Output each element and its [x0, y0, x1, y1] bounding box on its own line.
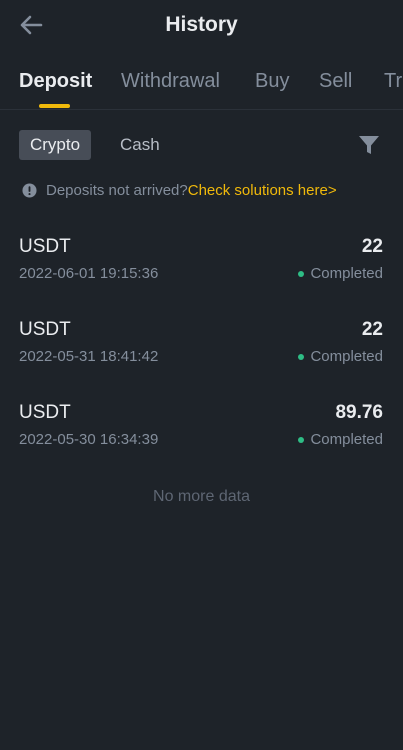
status-badge: Completed [298, 265, 383, 282]
status-badge: Completed [298, 348, 383, 365]
tab-buy[interactable]: Buy [255, 70, 289, 93]
status-dot-icon [298, 270, 305, 277]
notice-text: Deposits not arrived? [46, 181, 188, 199]
status-dot-icon [298, 436, 305, 443]
tab-transfer[interactable]: Tra [384, 70, 403, 93]
deposit-notice: Deposits not arrived? Check solutions her… [22, 180, 393, 200]
coin-name: USDT [19, 319, 71, 340]
status-badge: Completed [298, 431, 383, 448]
status-text: Completed [310, 265, 383, 282]
list-item[interactable]: USDT 89.76 2022-05-30 16:34:39 Completed [0, 402, 403, 462]
tab-bar: Deposit Withdrawal Buy Sell Tra [0, 62, 403, 110]
status-dot-icon [298, 353, 305, 360]
no-more-data-label: No more data [153, 488, 250, 505]
deposit-amount: 22 [361, 319, 383, 340]
page-title: History [165, 13, 238, 36]
subtab-bar: Crypto Cash [0, 130, 403, 160]
subtab-crypto[interactable]: Crypto [19, 130, 91, 160]
check-solutions-link[interactable]: Check solutions here> [188, 182, 337, 199]
deposit-amount: 89.76 [335, 402, 383, 423]
list-item[interactable]: USDT 22 2022-06-01 19:15:36 Completed [0, 236, 403, 296]
deposit-amount: 22 [361, 236, 383, 257]
status-text: Completed [310, 348, 383, 365]
list-item[interactable]: USDT 22 2022-05-31 18:41:42 Completed [0, 319, 403, 379]
filter-button[interactable] [357, 133, 381, 157]
subtab-cash[interactable]: Cash [120, 130, 160, 160]
active-tab-indicator [39, 104, 70, 108]
deposit-time: 2022-05-31 18:41:42 [19, 348, 159, 365]
tab-withdrawal[interactable]: Withdrawal [121, 70, 220, 93]
filter-icon [359, 136, 379, 154]
tab-deposit[interactable]: Deposit [19, 70, 92, 93]
deposit-time: 2022-06-01 19:15:36 [19, 265, 159, 282]
status-text: Completed [310, 431, 383, 448]
coin-name: USDT [19, 236, 71, 257]
tab-sell[interactable]: Sell [319, 70, 352, 93]
coin-name: USDT [19, 402, 71, 423]
info-icon [22, 182, 37, 198]
header: History [0, 0, 403, 54]
deposit-time: 2022-05-30 16:34:39 [19, 431, 159, 448]
